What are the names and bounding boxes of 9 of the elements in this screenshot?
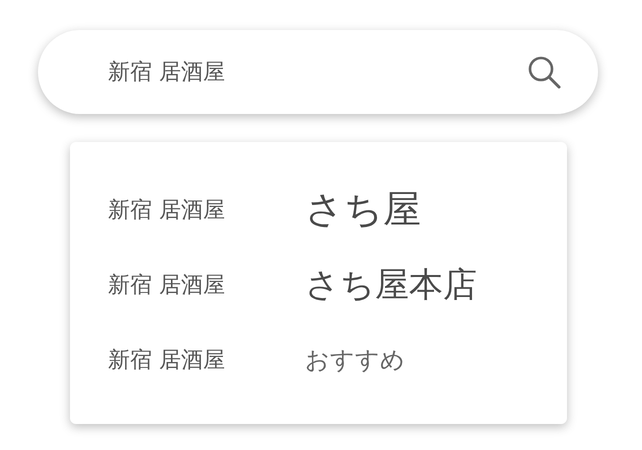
suggestion-name[interactable]: さち屋	[305, 184, 421, 235]
search-query[interactable]: 新宿 居酒屋	[108, 57, 526, 87]
suggestion-area[interactable]: 新宿 居酒屋	[108, 194, 305, 224]
search-field[interactable]: 新宿 居酒屋	[38, 30, 598, 114]
search-icon[interactable]	[526, 54, 562, 90]
suggestion-area[interactable]: 新宿 居酒屋	[108, 270, 305, 300]
suggestion-name[interactable]: おすすめ	[305, 344, 405, 376]
suggestion-area[interactable]: 新宿 居酒屋	[108, 344, 305, 374]
suggestion-name[interactable]: さち屋本店	[305, 262, 477, 308]
